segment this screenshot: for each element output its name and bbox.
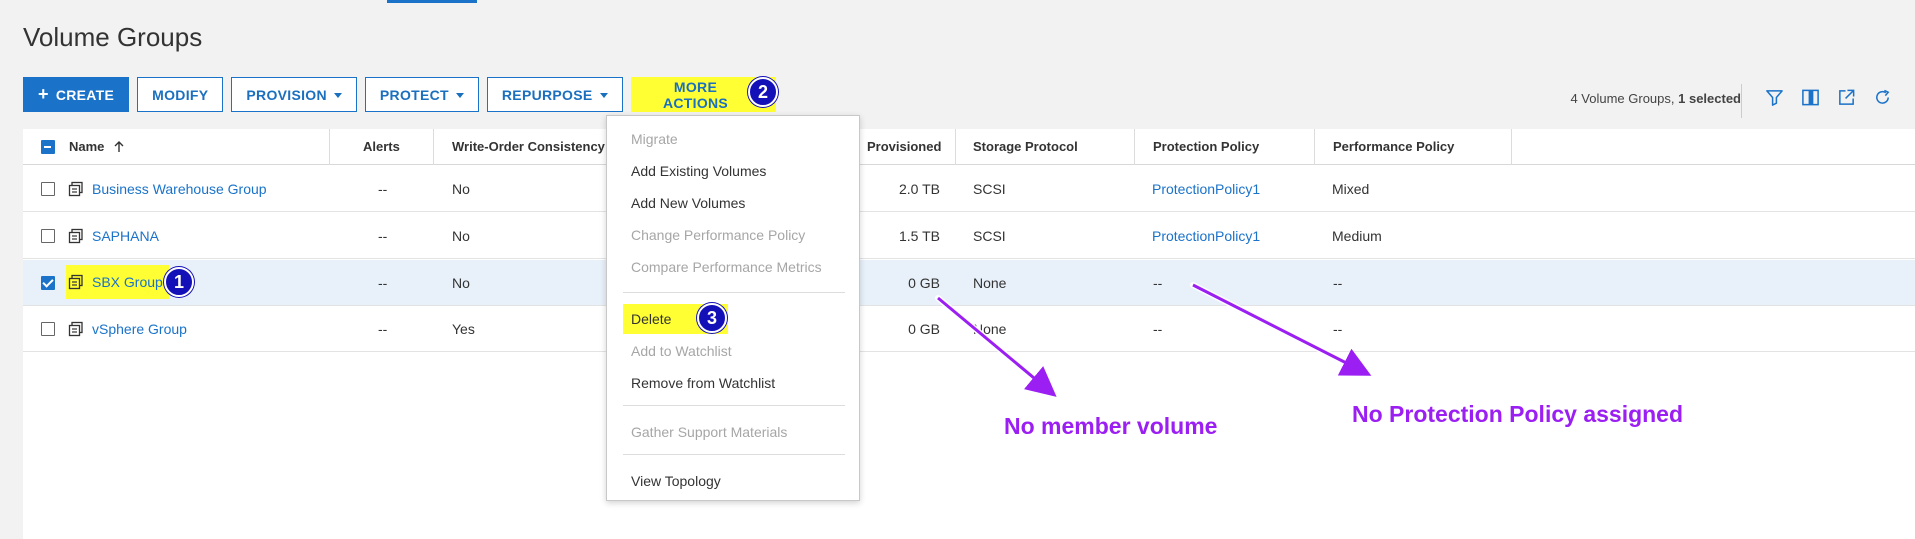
table-row[interactable]: vSphere Group -- Yes 0 GB None -- -- (23, 306, 1915, 352)
write-order-cell: No (452, 180, 470, 197)
export-icon[interactable] (1837, 88, 1856, 107)
protect-button[interactable]: PROTECT (364, 77, 479, 112)
volume-group-icon (68, 274, 83, 290)
caret-down-icon (455, 92, 464, 98)
performance-policy-cell: Medium (1332, 227, 1382, 244)
caret-down-icon (599, 92, 608, 98)
menu-item-change-performance-policy[interactable]: Change Performance Policy (631, 227, 805, 243)
volume-group-icon (68, 321, 83, 336)
volume-group-name-link[interactable]: SBX Group (92, 274, 163, 290)
column-name[interactable]: Name (69, 129, 126, 164)
annotation-no-member-volume: No member volume (1004, 413, 1218, 439)
columns-icon[interactable] (1801, 88, 1820, 107)
table-header: Name Alerts Write-Order Consistency Prov… (23, 129, 1915, 165)
modify-button[interactable]: MODIFY (137, 77, 224, 112)
refresh-icon[interactable] (1873, 88, 1892, 107)
create-button[interactable]: + CREATE (23, 77, 130, 112)
menu-item-delete[interactable]: Delete (631, 311, 671, 327)
menu-item-migrate[interactable]: Migrate (631, 131, 678, 147)
row-checkbox[interactable] (41, 228, 55, 243)
repurpose-button[interactable]: REPURPOSE (486, 77, 623, 112)
volume-group-name-link[interactable]: SAPHANA (92, 228, 159, 244)
provisioned-cell: 1.5 TB (899, 227, 940, 244)
row-checkbox[interactable] (41, 321, 55, 336)
volume-group-icon (68, 181, 83, 196)
table-row[interactable]: Business Warehouse Group -- No 2.0 TB SC… (23, 166, 1915, 212)
performance-policy-cell: Mixed (1332, 180, 1370, 197)
write-order-cell: No (452, 274, 470, 291)
table-row[interactable]: SAPHANA -- No 1.5 TB SCSI ProtectionPoli… (23, 213, 1915, 259)
table-tools (1765, 88, 1892, 107)
menu-divider (623, 292, 845, 293)
menu-item-compare-performance-metrics[interactable]: Compare Performance Metrics (631, 259, 822, 275)
volume-groups-table: Name Alerts Write-Order Consistency Prov… (23, 129, 1915, 539)
menu-item-remove-from-watchlist[interactable]: Remove from Watchlist (631, 375, 775, 391)
more-actions-menu: Migrate Add Existing Volumes Add New Vol… (606, 115, 860, 501)
step-badge-1: 1 (164, 267, 194, 297)
provision-button[interactable]: PROVISION (231, 77, 357, 112)
performance-policy-cell: -- (1333, 274, 1343, 291)
volume-group-icon (68, 228, 83, 243)
provisioned-cell: 0 GB (908, 320, 940, 337)
active-tab-indicator (387, 0, 477, 3)
column-storage-protocol[interactable]: Storage Protocol (973, 129, 1078, 164)
menu-item-add-to-watchlist[interactable]: Add to Watchlist (631, 343, 732, 359)
protection-policy-cell: -- (1153, 320, 1163, 337)
volume-group-name-link[interactable]: Business Warehouse Group (92, 181, 267, 197)
table-row-selected[interactable]: SBX Group -- No 0 GB None -- -- (23, 260, 1915, 306)
row-checkbox[interactable] (41, 181, 55, 196)
column-provisioned[interactable]: Provisioned (867, 129, 941, 164)
provisioned-cell: 2.0 TB (899, 180, 940, 197)
step-badge-2: 2 (748, 77, 778, 107)
storage-protocol-cell: None (973, 274, 1007, 291)
storage-protocol-cell: None (973, 320, 1007, 337)
toolbar: + CREATE MODIFY PROVISION PROTECT REPURPO… (23, 77, 776, 112)
annotation-no-protection-policy: No Protection Policy assigned (1352, 401, 1684, 427)
plus-icon: + (38, 84, 49, 104)
storage-protocol-cell: SCSI (973, 227, 1006, 244)
alerts-cell: -- (378, 320, 388, 337)
column-performance-policy[interactable]: Performance Policy (1333, 129, 1454, 164)
menu-item-view-topology[interactable]: View Topology (631, 473, 721, 489)
menu-divider (623, 454, 845, 455)
column-write-order[interactable]: Write-Order Consistency (452, 129, 605, 164)
column-protection-policy[interactable]: Protection Policy (1153, 129, 1259, 164)
protection-policy-link[interactable]: ProtectionPolicy1 (1152, 166, 1260, 211)
sort-ascending-icon (114, 140, 124, 152)
protection-policy-cell: -- (1153, 274, 1163, 291)
storage-protocol-cell: SCSI (973, 180, 1006, 197)
selection-summary: 4 Volume Groups, 1 selected (1570, 91, 1741, 106)
alerts-cell: -- (378, 274, 388, 291)
row-checkbox-checked[interactable] (41, 275, 55, 290)
caret-down-icon (333, 92, 342, 98)
column-alerts[interactable]: Alerts (363, 129, 400, 164)
menu-divider (623, 405, 845, 406)
select-all-checkbox[interactable] (41, 139, 55, 154)
page-title: Volume Groups (23, 22, 203, 52)
write-order-cell: Yes (452, 320, 475, 337)
menu-item-add-new-volumes[interactable]: Add New Volumes (631, 195, 745, 211)
filter-icon[interactable] (1765, 88, 1784, 107)
select-all-checkbox-cell[interactable] (41, 129, 55, 164)
alerts-cell: -- (378, 180, 388, 197)
provisioned-cell: 0 GB (908, 274, 940, 291)
alerts-cell: -- (378, 227, 388, 244)
menu-item-add-existing-volumes[interactable]: Add Existing Volumes (631, 163, 766, 179)
protection-policy-link[interactable]: ProtectionPolicy1 (1152, 213, 1260, 258)
toolbar-divider (1741, 84, 1742, 118)
volume-group-name-link[interactable]: vSphere Group (92, 321, 187, 337)
write-order-cell: No (452, 227, 470, 244)
menu-item-gather-support-materials[interactable]: Gather Support Materials (631, 424, 787, 440)
step-badge-3: 3 (697, 303, 727, 333)
performance-policy-cell: -- (1333, 320, 1343, 337)
